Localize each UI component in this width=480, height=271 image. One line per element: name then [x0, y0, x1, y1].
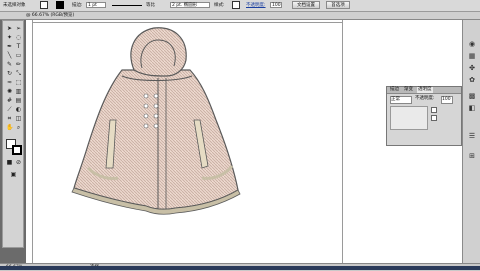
pen-tool-icon[interactable]: ✒ [6, 43, 13, 50]
swatches-panel-icon[interactable]: ▦ [468, 52, 476, 60]
direct-select-tool-icon[interactable]: ➢ [15, 25, 22, 32]
slice-tool-icon[interactable]: ⌗ [6, 115, 13, 122]
opacity-link[interactable]: 不透明度: [246, 2, 266, 9]
screen-mode-icon[interactable]: ▣ [10, 171, 17, 178]
scale-tool-icon[interactable]: ⤡ [15, 70, 22, 77]
thumbnail-preview [390, 106, 428, 130]
stroke-style-preview[interactable] [112, 5, 142, 6]
stroke-swatch[interactable] [56, 1, 64, 9]
transparency-panel: 描边 渐变 透明度 正常 不透明度: 100 [386, 86, 462, 146]
stroke-profile-label[interactable]: 等比 [146, 2, 155, 9]
rectangle-tool-icon[interactable]: ▭ [15, 52, 22, 59]
fill-swatch[interactable] [40, 1, 48, 9]
panel-opacity-label: 不透明度: [415, 96, 435, 101]
align-panel-icon[interactable]: ⊞ [468, 152, 476, 160]
panel-tabs: 描边 渐变 透明度 [387, 87, 461, 94]
hand-tool-icon[interactable]: ✋ [6, 124, 13, 131]
appearance-panel-icon[interactable]: ◧ [468, 104, 476, 112]
cape-body [73, 69, 239, 210]
graphic-styles-icon[interactable]: ▩ [468, 92, 476, 100]
stroke-weight-field[interactable]: 1 pt [86, 2, 106, 8]
rotate-tool-icon[interactable]: ↻ [6, 70, 13, 77]
blend-tool-icon[interactable]: ◐ [15, 106, 22, 113]
mesh-tool-icon[interactable]: # [6, 97, 13, 104]
invert-mask-checkbox[interactable] [431, 115, 437, 121]
cape-hood [130, 27, 187, 77]
control-bar: 未选择对象 描边: 1 pt 等比 2 pt. 椭圆形 样式: 不透明度: 10… [0, 0, 480, 12]
tab-stroke[interactable]: 描边 [389, 87, 400, 93]
gradient-tool-icon[interactable]: ▤ [15, 97, 22, 104]
lasso-icon[interactable]: ◌ [15, 34, 22, 41]
free-transform-icon[interactable]: ⬚ [15, 79, 22, 86]
os-taskbar [0, 266, 480, 270]
selection-tool-icon[interactable]: ➤ [6, 25, 13, 32]
clip-checkbox[interactable] [431, 107, 437, 113]
color-panel-icon[interactable]: ◉ [468, 40, 476, 48]
pencil-tool-icon[interactable]: ✏ [15, 61, 22, 68]
tab-gradient[interactable]: 渐变 [403, 87, 414, 93]
symbols-panel-icon[interactable]: ✿ [468, 76, 476, 84]
panel-dock: ◉ ▦ ✤ ✿ ▩ ◧ ☰ ⊞ [462, 20, 480, 263]
opacity-field[interactable]: 100 [270, 2, 282, 8]
brush-tool-icon[interactable]: ✎ [6, 61, 13, 68]
eyedropper-tool-icon[interactable]: ⟋ [6, 106, 13, 113]
tools-panel: ➤ ➢ ✦ ◌ ✒ T ╲ ▭ ✎ ✏ ↻ ⤡ ≈ ⬚ ✺ ▥ # ▤ ⟋ ◐ … [2, 20, 24, 248]
panel-opacity-field[interactable]: 100 [441, 96, 453, 104]
type-tool-icon[interactable]: T [15, 43, 22, 50]
color-mode-icon[interactable]: ■ [6, 159, 13, 166]
selection-status: 未选择对象 [3, 3, 26, 8]
graph-tool-icon[interactable]: ▥ [15, 88, 22, 95]
graphic-style-swatch[interactable] [232, 1, 240, 9]
document-tab[interactable]: @ 66.67% (RGB/预览) [26, 13, 74, 18]
preferences-button[interactable]: 首选项 [326, 1, 350, 9]
line-tool-icon[interactable]: ╲ [6, 52, 13, 59]
document-tab-bar: @ 66.67% (RGB/预览) [0, 12, 480, 20]
document-setup-button[interactable]: 文档设置 [292, 1, 320, 9]
none-color-icon[interactable]: ⊘ [15, 159, 22, 166]
brushes-panel-icon[interactable]: ✤ [468, 64, 476, 72]
warp-tool-icon[interactable]: ≈ [6, 79, 13, 86]
style-label: 样式: [214, 3, 225, 8]
tab-transparency[interactable]: 透明度 [417, 87, 433, 93]
stroke-color-swatch[interactable] [12, 145, 22, 155]
symbol-sprayer-icon[interactable]: ✺ [6, 88, 13, 95]
eraser-tool-icon[interactable]: ◫ [15, 115, 22, 122]
stroke-label: 描边: [72, 3, 83, 8]
blend-mode-select[interactable]: 正常 [390, 96, 412, 104]
brush-definition-field[interactable]: 2 pt. 椭圆形 [170, 2, 210, 8]
zoom-tool-icon[interactable]: ⌕ [15, 124, 22, 131]
layers-panel-icon[interactable]: ☰ [468, 132, 476, 140]
magic-wand-icon[interactable]: ✦ [6, 34, 13, 41]
